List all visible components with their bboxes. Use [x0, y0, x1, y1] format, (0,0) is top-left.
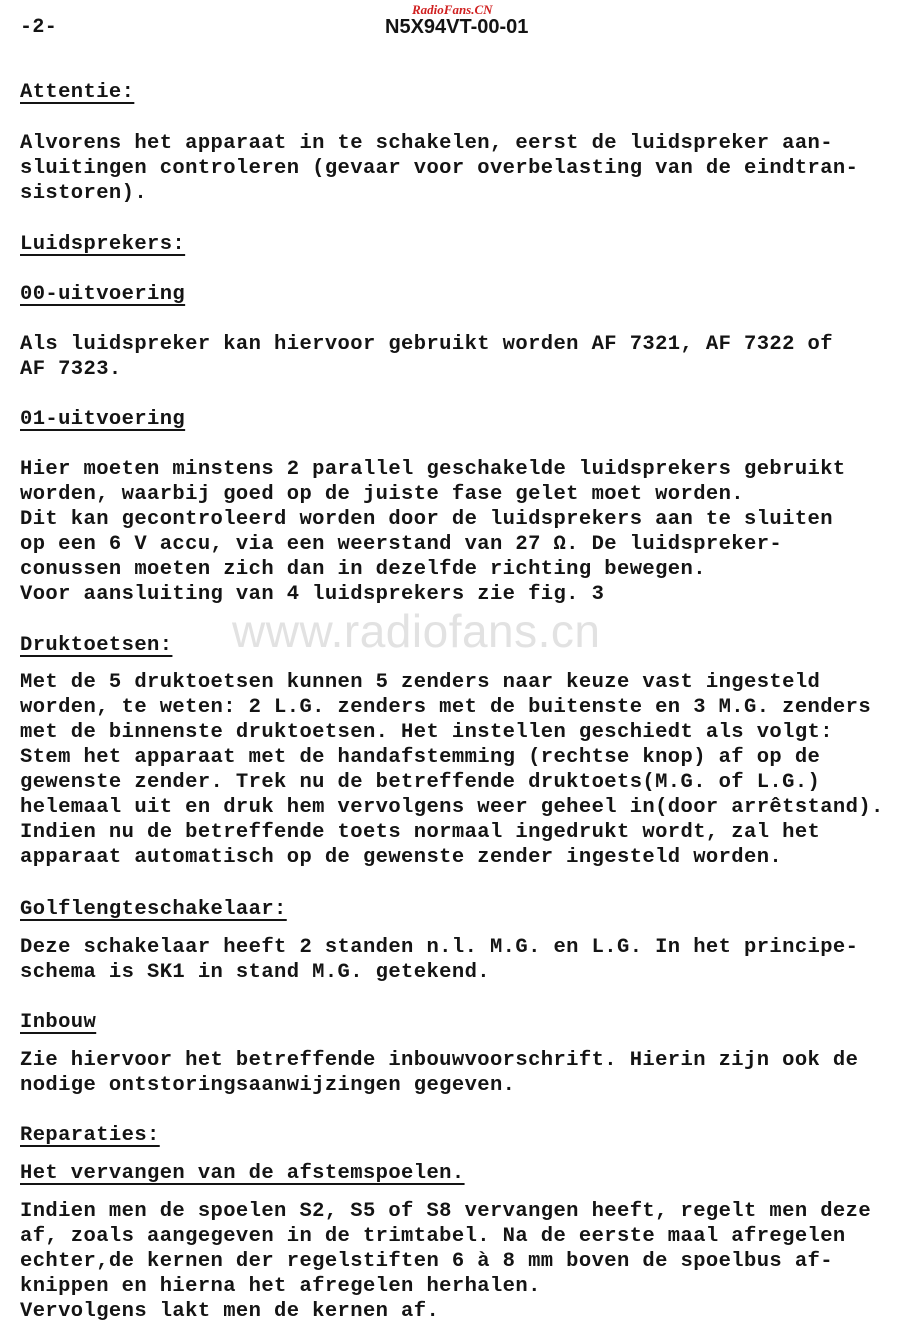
text-line: AF 7323.	[20, 358, 122, 381]
text-line: knippen en hierna het afregelen herhalen…	[20, 1275, 541, 1298]
heading-druktoetsen: Druktoetsen:	[20, 634, 173, 657]
paragraph-00-uitvoering: Als luidspreker kan hiervoor gebruikt wo…	[20, 332, 833, 382]
text-line: Deze schakelaar heeft 2 standen n.l. M.G…	[20, 936, 859, 959]
page-number: -2-	[20, 16, 58, 39]
text-line: Hier moeten minstens 2 parallel geschake…	[20, 458, 846, 481]
text-line: Dit kan gecontroleerd worden door de lui…	[20, 508, 833, 531]
text-line: worden, te weten: 2 L.G. zenders met de …	[20, 696, 872, 719]
text-line: Als luidspreker kan hiervoor gebruikt wo…	[20, 333, 833, 356]
heading-golflengteschakelaar: Golflengteschakelaar:	[20, 898, 287, 921]
heading-reparaties: Reparaties:	[20, 1124, 160, 1147]
document-page: -2- N5X94VT-00-01 RadioFans.CN www.radio…	[0, 0, 920, 1339]
heading-inbouw: Inbouw	[20, 1011, 97, 1034]
heading-attentie: Attentie:	[20, 81, 135, 104]
text-line: sistoren).	[20, 182, 148, 205]
text-line: af, zoals aangegeven in de trimtabel. Na…	[20, 1225, 846, 1248]
text-line: Zie hiervoor het betreffende inbouwvoors…	[20, 1049, 859, 1072]
heading-afstemspoelen: Het vervangen van de afstemspoelen.	[20, 1162, 465, 1185]
text-line: schema is SK1 in stand M.G. getekend.	[20, 961, 490, 984]
text-line: gewenste zender. Trek nu de betreffende …	[20, 771, 821, 794]
paragraph-attentie: Alvorens het apparaat in te schakelen, e…	[20, 131, 858, 206]
heading-00-uitvoering: 00-uitvoering	[20, 283, 186, 306]
paragraph-afstemspoelen: Indien men de spoelen S2, S5 of S8 verva…	[20, 1199, 871, 1324]
text-line: echter,de kernen der regelstiften 6 à 8 …	[20, 1250, 833, 1273]
document-id: N5X94VT-00-01	[385, 16, 529, 38]
text-line: helemaal uit en druk hem vervolgens weer…	[20, 796, 884, 819]
text-line: Vervolgens lakt men de kernen af.	[20, 1300, 440, 1323]
heading-luidsprekers: Luidsprekers:	[20, 233, 186, 256]
text-line: Stem het apparaat met de handafstemming …	[20, 746, 821, 769]
paragraph-inbouw: Zie hiervoor het betreffende inbouwvoors…	[20, 1048, 858, 1098]
text-line: op een 6 V accu, via een weerstand van 2…	[20, 533, 783, 556]
text-line: conussen moeten zich dan in dezelfde ric…	[20, 558, 706, 581]
text-line: Indien men de spoelen S2, S5 of S8 verva…	[20, 1200, 872, 1223]
paragraph-01-uitvoering: Hier moeten minstens 2 parallel geschake…	[20, 457, 846, 607]
text-line: met de binnenste druktoetsen. Het instel…	[20, 721, 833, 744]
text-line: apparaat automatisch op de gewenste zend…	[20, 846, 783, 869]
site-overlay-label: RadioFans.CN	[412, 2, 493, 17]
watermark: www.radiofans.cn	[232, 605, 601, 657]
text-line: Voor aansluiting van 4 luidsprekers zie …	[20, 583, 605, 606]
text-line: worden, waarbij goed op de juiste fase g…	[20, 483, 745, 506]
paragraph-golflengteschakelaar: Deze schakelaar heeft 2 standen n.l. M.G…	[20, 935, 858, 985]
paragraph-druktoetsen: Met de 5 druktoetsen kunnen 5 zenders na…	[20, 670, 884, 870]
text-line: Indien nu de betreffende toets normaal i…	[20, 821, 821, 844]
text-line: nodige ontstoringsaanwijzingen gegeven.	[20, 1074, 516, 1097]
text-line: Alvorens het apparaat in te schakelen, e…	[20, 132, 833, 155]
heading-01-uitvoering: 01-uitvoering	[20, 408, 186, 431]
text-line: sluitingen controleren (gevaar voor over…	[20, 157, 859, 180]
text-line: Met de 5 druktoetsen kunnen 5 zenders na…	[20, 671, 821, 694]
